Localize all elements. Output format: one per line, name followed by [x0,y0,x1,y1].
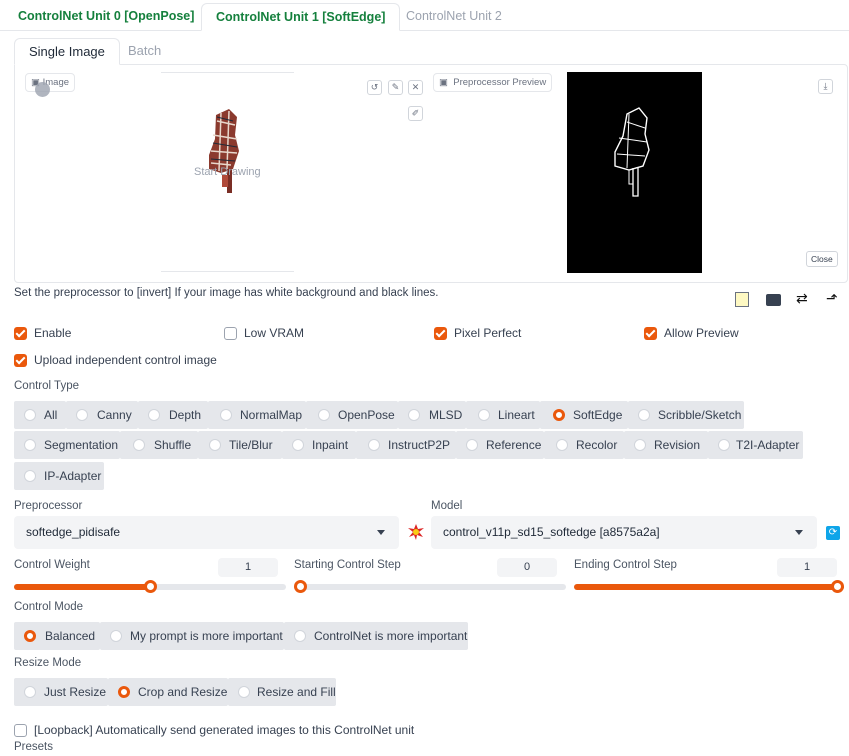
control-type-segmentation[interactable]: Segmentation [14,431,120,459]
starting-step-slider[interactable] [294,580,566,593]
control-mode-controlnet[interactable]: ControlNet is more important [284,622,468,650]
control-type-openpose[interactable]: OpenPose [306,401,398,429]
control-type-shuffle[interactable]: Shuffle [120,431,198,459]
control-mode-label: Control Mode [14,601,84,613]
model-label: Model [431,500,463,512]
close-icon[interactable]: ✕ [408,80,423,95]
pen-icon[interactable]: ✐ [408,106,423,121]
ending-step-label: Ending Control Step [574,559,677,571]
preprocessor-preview-image [567,72,702,273]
preprocessor-preview-label: ▣ Preprocessor Preview [433,73,553,92]
tab-single-image[interactable]: Single Image [14,38,120,65]
control-mode-prompt[interactable]: My prompt is more important [100,622,284,650]
refresh-icon[interactable]: ⟳ [826,526,840,540]
upload-independent-checkbox[interactable] [14,354,27,367]
control-type-t2i-adapter[interactable]: T2I-Adapter [708,431,803,459]
control-type-reference[interactable]: Reference [456,431,544,459]
download-icon[interactable]: ⤓ [818,79,833,94]
control-type-scribble[interactable]: Scribble/Sketch [628,401,744,429]
control-weight-label: Control Weight [14,559,90,571]
send-dimensions-icon[interactable]: ⬏ [826,290,838,307]
chevron-down-icon [377,530,385,535]
control-type-all[interactable]: All [14,401,66,429]
starting-step-label: Starting Control Step [294,559,401,571]
control-type-ip-adapter[interactable]: IP-Adapter [14,462,104,490]
control-mode-balanced[interactable]: Balanced [14,622,100,650]
tab-batch[interactable]: Batch [114,38,175,65]
preprocessor-select[interactable]: softedge_pidisafe [14,516,399,549]
control-weight-slider[interactable] [14,580,286,593]
ending-step-slider[interactable] [574,580,844,593]
allow-preview-label: Allow Preview [664,326,739,340]
loopback-label: [Loopback] Automatically send generated … [34,723,415,737]
enable-label: Enable [34,326,72,340]
undo-icon[interactable]: ↺ [367,80,382,95]
run-preprocessor-icon[interactable] [408,524,424,540]
brush-icon[interactable]: ✎ [388,80,403,95]
resize-mode-label: Resize Mode [14,657,82,669]
control-weight-input[interactable]: 1 [218,558,278,577]
chevron-down-icon [795,530,803,535]
edit-icon[interactable] [735,292,749,307]
control-type-label: Control Type [14,380,79,392]
low-vram-checkbox[interactable] [224,327,237,340]
control-type-lineart[interactable]: Lineart [466,401,540,429]
tab-unit-1[interactable]: ControlNet Unit 1 [SoftEdge] [201,3,401,31]
image-canvas[interactable]: Start Drawing [161,72,294,272]
image-icon: ▣ [439,77,448,88]
preprocessor-label: Preprocessor [14,500,83,512]
control-type-mlsd[interactable]: MLSD [398,401,466,429]
low-vram-label: Low VRAM [244,326,305,340]
image-panel: ▣ Image Start Drawing ↺ ✎ ✕ ✐ ▣ Preproce… [14,64,848,283]
model-value: control_v11p_sd15_softedge [a8575a2a] [443,525,660,539]
invert-hint: Set the preprocessor to [invert] If your… [14,287,439,299]
model-select[interactable]: control_v11p_sd15_softedge [a8575a2a] [431,516,817,549]
pixel-perfect-checkbox[interactable] [434,327,447,340]
image-label: ▣ Image [25,73,76,92]
resize-mode-crop-and-resize[interactable]: Crop and Resize [108,678,228,706]
ending-step-input[interactable]: 1 [777,558,837,577]
control-type-tile-blur[interactable]: Tile/Blur [198,431,282,459]
close-preview-button[interactable]: Close [806,251,838,267]
start-drawing-text: Start Drawing [194,166,261,178]
swap-icon[interactable]: ⇄ [796,290,808,307]
tab-unit-2[interactable]: ControlNet Unit 2 [392,3,516,31]
camera-icon[interactable] [766,294,781,306]
allow-preview-checkbox[interactable] [644,327,657,340]
tab-divider [0,30,849,31]
control-type-recolor[interactable]: Recolor [544,431,624,459]
preprocessor-value: softedge_pidisafe [26,525,121,539]
starting-step-input[interactable]: 0 [497,558,557,577]
control-type-canny[interactable]: Canny [66,401,138,429]
control-type-normalmap[interactable]: NormalMap [208,401,306,429]
resize-mode-just-resize[interactable]: Just Resize [14,678,108,706]
enable-checkbox[interactable] [14,327,27,340]
control-type-instructp2p[interactable]: InstructP2P [356,431,456,459]
pixel-perfect-label: Pixel Perfect [454,326,522,340]
loopback-checkbox[interactable] [14,724,27,737]
control-type-depth[interactable]: Depth [138,401,208,429]
control-type-softedge[interactable]: SoftEdge [540,401,628,429]
upload-independent-label: Upload independent control image [34,353,217,367]
resize-mode-resize-and-fill[interactable]: Resize and Fill [228,678,336,706]
control-type-revision[interactable]: Revision [624,431,708,459]
control-type-inpaint[interactable]: Inpaint [282,431,356,459]
tab-unit-0[interactable]: ControlNet Unit 0 [OpenPose] [4,3,208,31]
presets-label: Presets [14,741,53,753]
info-icon [35,82,50,97]
